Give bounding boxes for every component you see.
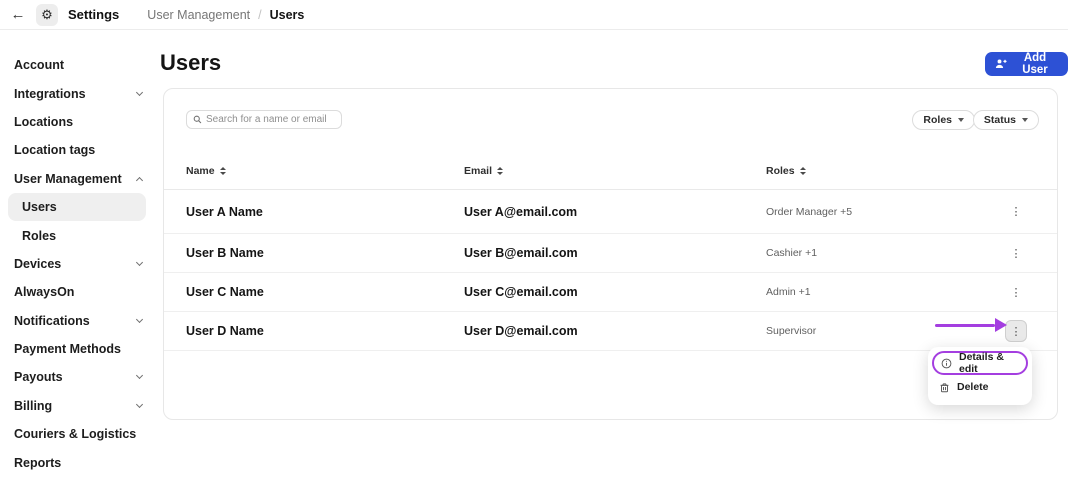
sidebar-item-label: Billing xyxy=(14,399,52,413)
search-input[interactable] xyxy=(206,114,335,125)
table-row: User D Name User D@email.com Supervisor ⋮ xyxy=(164,312,1057,351)
roles-filter-dropdown[interactable]: Roles xyxy=(912,110,975,130)
menu-item-details-edit[interactable]: Details & edit xyxy=(932,351,1028,375)
table-row: User A Name User A@email.com Order Manager… xyxy=(164,190,1057,234)
sidebar-item-label: Reports xyxy=(14,456,61,470)
breadcrumb-separator: / xyxy=(258,8,261,22)
sidebar-item-label: Account xyxy=(14,58,64,72)
users-table-body: User A Name User A@email.com Order Manager… xyxy=(164,190,1057,351)
settings-gear-icon[interactable]: ⚙ xyxy=(36,4,58,26)
sidebar-item-integrations[interactable]: Integrations xyxy=(0,79,156,107)
user-roles-cell: Admin +1 xyxy=(766,286,811,298)
sidebar-item-roles[interactable]: Roles xyxy=(0,221,156,249)
column-header-email[interactable]: Email xyxy=(464,165,503,177)
sidebar-item-billing[interactable]: Billing xyxy=(0,392,156,420)
sort-icon xyxy=(800,167,806,175)
breadcrumb-current: Users xyxy=(270,8,305,22)
column-header-roles[interactable]: Roles xyxy=(766,165,806,177)
chevron-down-icon xyxy=(958,118,964,122)
row-kebab-menu-icon[interactable]: ⋮ xyxy=(1005,201,1027,223)
user-name-cell: User D Name xyxy=(186,324,264,338)
sidebar-item-user-management[interactable]: User Management xyxy=(0,165,156,193)
chevron-down-icon xyxy=(136,89,143,96)
status-filter-dropdown[interactable]: Status xyxy=(973,110,1039,130)
column-label: Email xyxy=(464,165,492,177)
sidebar-item-label: AlwaysOn xyxy=(14,285,74,299)
add-user-label: Add User xyxy=(1012,52,1058,76)
sidebar-item-couriers-logistics[interactable]: Couriers & Logistics xyxy=(0,420,156,448)
column-header-name[interactable]: Name xyxy=(186,165,226,177)
sidebar-item-label: Payouts xyxy=(14,370,63,384)
sidebar-item-locations[interactable]: Locations xyxy=(0,108,156,136)
user-roles-cell: Order Manager +5 xyxy=(766,206,852,218)
user-email-cell: User C@email.com xyxy=(464,285,578,299)
back-icon[interactable]: ← xyxy=(10,6,26,23)
sidebar-item-alwayson[interactable]: AlwaysOn xyxy=(0,278,156,306)
breadcrumb: User Management / Users xyxy=(147,8,304,22)
chevron-down-icon xyxy=(1022,118,1028,122)
breadcrumb-section[interactable]: User Management xyxy=(147,8,250,22)
settings-title: Settings xyxy=(68,7,119,22)
menu-item-label: Details & edit xyxy=(959,351,1019,375)
sort-icon xyxy=(497,167,503,175)
column-label: Name xyxy=(186,165,215,177)
sidebar-item-label: Payment Methods xyxy=(14,342,121,356)
table-header: Name Email Roles xyxy=(164,165,1057,189)
add-user-button[interactable]: Add User xyxy=(985,52,1068,76)
sort-icon xyxy=(220,167,226,175)
sidebar-item-label: Couriers & Logistics xyxy=(14,427,136,441)
sidebar-item-label: Devices xyxy=(14,257,61,271)
chevron-down-icon xyxy=(136,316,143,323)
users-card: Roles Status Name Email Roles User A Nam… xyxy=(163,88,1058,420)
chevron-down-icon xyxy=(136,401,143,408)
user-roles-cell: Cashier +1 xyxy=(766,247,817,259)
user-name-cell: User C Name xyxy=(186,285,264,299)
user-email-cell: User D@email.com xyxy=(464,324,578,338)
row-kebab-menu-icon[interactable]: ⋮ xyxy=(1005,242,1027,264)
status-filter-label: Status xyxy=(984,114,1016,126)
sidebar-item-label: Integrations xyxy=(14,87,86,101)
menu-item-label: Delete xyxy=(957,381,989,393)
user-name-cell: User B Name xyxy=(186,246,264,260)
chevron-down-icon xyxy=(136,259,143,266)
table-toolbar: Roles Status xyxy=(164,110,1057,130)
sidebar-item-reports[interactable]: Reports xyxy=(0,448,156,476)
sidebar-item-label: Notifications xyxy=(14,314,90,328)
user-email-cell: User B@email.com xyxy=(464,246,578,260)
table-row: User B Name User B@email.com Cashier +1 ⋮ xyxy=(164,234,1057,273)
settings-sidebar: Account Integrations Locations Location tag… xyxy=(0,30,156,477)
row-kebab-menu-icon[interactable]: ⋮ xyxy=(1005,281,1027,303)
user-roles-cell: Supervisor xyxy=(766,325,816,337)
sidebar-item-label: Locations xyxy=(14,115,73,129)
sidebar-item-label: Roles xyxy=(22,229,56,243)
sidebar-item-label: Location tags xyxy=(14,143,95,157)
chevron-down-icon xyxy=(136,372,143,379)
sidebar-item-notifications[interactable]: Notifications xyxy=(0,307,156,335)
sidebar-item-payment-methods[interactable]: Payment Methods xyxy=(0,335,156,363)
top-bar: ← ⚙ Settings User Management / Users xyxy=(0,0,1068,30)
sidebar-item-account[interactable]: Account xyxy=(0,51,156,79)
menu-item-delete[interactable]: Delete xyxy=(932,375,1028,399)
chevron-up-icon xyxy=(136,177,143,184)
user-name-cell: User A Name xyxy=(186,205,263,219)
search-input-wrapper xyxy=(186,110,342,129)
user-email-cell: User A@email.com xyxy=(464,205,577,219)
sidebar-item-location-tags[interactable]: Location tags xyxy=(0,136,156,164)
search-icon xyxy=(193,115,202,124)
row-context-menu: Details & edit Delete xyxy=(928,347,1032,405)
sidebar-item-payouts[interactable]: Payouts xyxy=(0,363,156,391)
sidebar-item-devices[interactable]: Devices xyxy=(0,250,156,278)
column-label: Roles xyxy=(766,165,795,177)
sidebar-item-label: Users xyxy=(22,200,57,214)
table-row: User C Name User C@email.com Admin +1 ⋮ xyxy=(164,273,1057,312)
trash-icon xyxy=(939,382,950,393)
page-title: Users xyxy=(160,50,221,76)
roles-filter-label: Roles xyxy=(923,114,952,126)
row-kebab-menu-icon[interactable]: ⋮ xyxy=(1005,320,1027,342)
info-icon xyxy=(941,358,952,369)
add-user-icon xyxy=(995,58,1007,70)
sidebar-item-users[interactable]: Users xyxy=(8,193,146,221)
sidebar-item-label: User Management xyxy=(14,172,122,186)
